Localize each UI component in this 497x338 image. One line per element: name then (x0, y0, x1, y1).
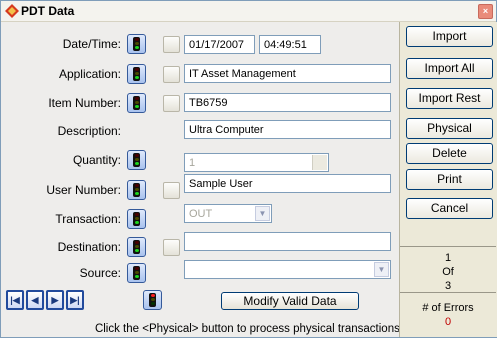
previous-record-button[interactable]: ◀ (26, 290, 44, 310)
quantity-spin-icon[interactable] (312, 155, 327, 170)
action-panel: Import Import All Import Rest Physical D… (399, 22, 497, 337)
chevron-down-icon[interactable]: ▼ (255, 206, 270, 221)
user-number-lookup-button[interactable] (163, 182, 180, 199)
import-all-button[interactable]: Import All (406, 58, 493, 79)
counter-of-label: Of (442, 266, 454, 278)
delete-button[interactable]: Delete (406, 143, 493, 164)
current-record-number: 1 (444, 252, 452, 264)
quantity-stepper[interactable]: 1 (184, 153, 329, 172)
user-number-field[interactable]: Sample User (184, 174, 391, 193)
user-number-label: User Number: (46, 183, 121, 197)
description-label: Description: (57, 124, 121, 138)
item-number-lookup-button[interactable] (163, 95, 180, 112)
destination-lookup-button[interactable] (163, 239, 180, 256)
destination-traffic-light-icon[interactable] (127, 237, 146, 257)
next-record-button[interactable]: ▶ (46, 290, 64, 310)
application-field[interactable]: IT Asset Management (184, 64, 391, 83)
physical-button[interactable]: Physical (406, 118, 493, 139)
app-diamond-icon (5, 4, 19, 18)
cancel-button[interactable]: Cancel (406, 198, 493, 219)
user-number-traffic-light-icon[interactable] (127, 180, 146, 200)
datetime-lookup-button[interactable] (163, 36, 180, 53)
application-traffic-light-icon[interactable] (127, 64, 146, 84)
destination-label: Destination: (57, 240, 121, 254)
datetime-label: Date/Time: (62, 37, 121, 51)
quantity-value: 1 (189, 157, 196, 169)
error-counter: # of Errors 0 (400, 294, 496, 336)
quantity-traffic-light-icon[interactable] (127, 150, 146, 170)
item-number-traffic-light-icon[interactable] (127, 93, 146, 113)
destination-field[interactable] (184, 232, 391, 251)
last-record-icon: ▶| (70, 295, 80, 305)
quantity-label: Quantity: (72, 153, 121, 167)
last-record-button[interactable]: ▶| (66, 290, 84, 310)
next-record-icon: ▶ (51, 295, 59, 305)
previous-record-icon: ◀ (31, 295, 39, 305)
record-counter: 1 Of 3 (400, 246, 496, 293)
import-button[interactable]: Import (406, 26, 493, 47)
application-lookup-button[interactable] (163, 66, 180, 83)
chevron-down-icon[interactable]: ▼ (374, 262, 389, 277)
first-record-button[interactable]: |◀ (6, 290, 24, 310)
datetime-traffic-light-icon[interactable] (127, 34, 146, 54)
source-traffic-light-icon[interactable] (127, 263, 146, 283)
description-field[interactable]: Ultra Computer (184, 120, 391, 139)
source-label: Source: (79, 266, 121, 280)
transaction-traffic-light-icon[interactable] (127, 209, 146, 229)
transaction-value: OUT (189, 208, 213, 220)
record-status-traffic-light-icon (143, 290, 162, 310)
application-label: Application: (58, 67, 121, 81)
source-select[interactable]: ▼ (184, 260, 391, 279)
pdt-data-window: PDT Data × Date/Time: 01/17/2007 04:49:5… (0, 0, 497, 338)
modify-valid-data-button[interactable]: Modify Valid Data (221, 292, 359, 310)
import-rest-button[interactable]: Import Rest (406, 88, 493, 109)
title-bar: PDT Data × (1, 1, 496, 22)
item-number-field[interactable]: TB6759 (184, 93, 391, 112)
first-record-icon: |◀ (10, 295, 20, 305)
item-number-label: Item Number: (48, 96, 121, 110)
window-title: PDT Data (21, 4, 75, 18)
errors-value: 0 (444, 316, 452, 328)
transaction-label: Transaction: (55, 212, 121, 226)
errors-label: # of Errors (422, 302, 474, 314)
date-field[interactable]: 01/17/2007 (184, 35, 255, 54)
transaction-select[interactable]: OUT ▼ (184, 204, 272, 223)
time-field[interactable]: 04:49:51 (259, 35, 321, 54)
print-button[interactable]: Print (406, 169, 493, 190)
total-record-count: 3 (444, 280, 452, 292)
close-button[interactable]: × (478, 4, 493, 19)
